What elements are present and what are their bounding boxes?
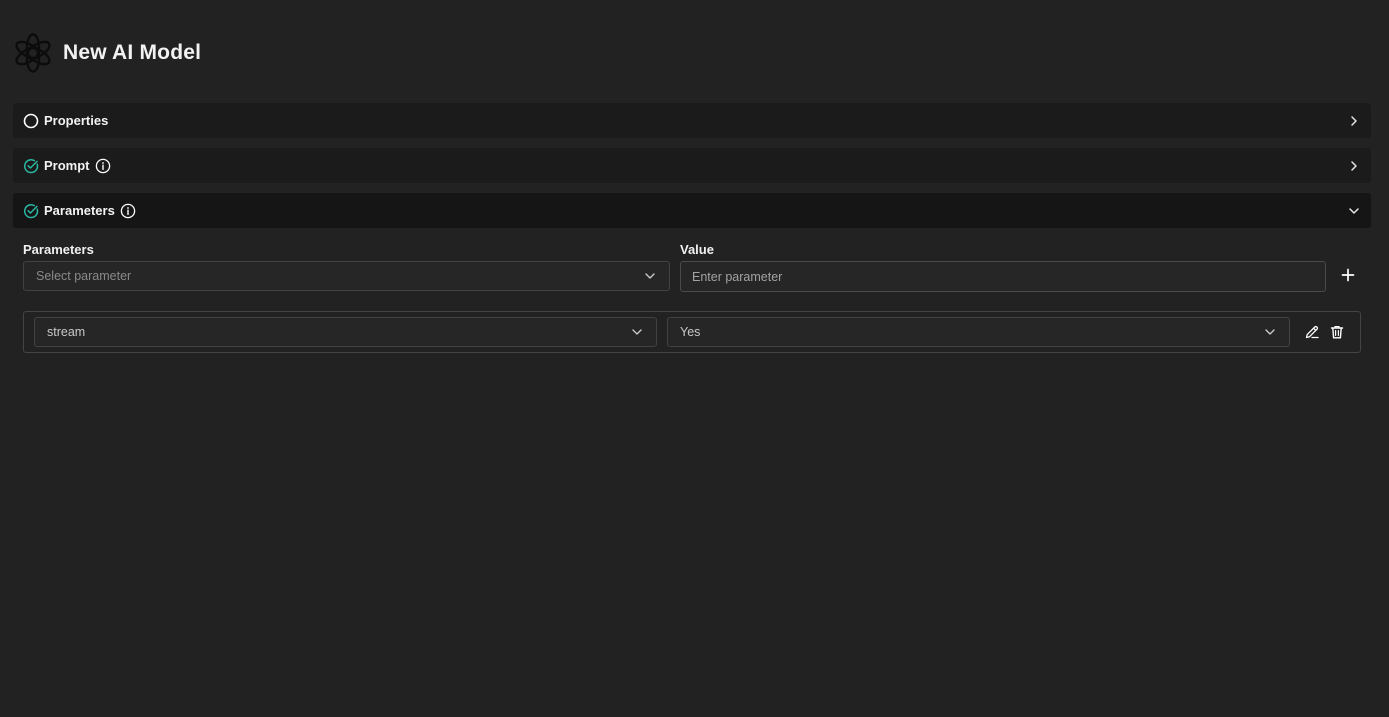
- add-parameter-button[interactable]: [1338, 265, 1358, 285]
- section-label: Prompt: [44, 158, 90, 173]
- section-label: Properties: [44, 113, 109, 128]
- check-circle-icon: [23, 158, 39, 174]
- row-parameter-select[interactable]: stream: [34, 317, 657, 347]
- edit-parameter-button[interactable]: [1302, 322, 1322, 342]
- info-icon[interactable]: [120, 203, 136, 219]
- check-circle-icon: [23, 203, 39, 219]
- plus-icon: [1341, 268, 1355, 282]
- chevron-down-icon: [630, 325, 644, 339]
- section-properties[interactable]: Properties: [13, 103, 1371, 138]
- page-title: New AI Model: [63, 41, 202, 64]
- page-header: New AI Model: [13, 33, 201, 73]
- row-parameter-value: stream: [47, 325, 86, 339]
- parameter-select-placeholder: Select parameter: [36, 269, 132, 283]
- chevron-right-icon: [1347, 159, 1361, 173]
- trash-icon: [1330, 325, 1344, 339]
- parameters-column-label: Parameters: [23, 242, 94, 257]
- chevron-down-icon: [1263, 325, 1277, 339]
- circle-outline-icon: [23, 113, 39, 129]
- pencil-icon: [1305, 325, 1319, 339]
- info-icon[interactable]: [95, 158, 111, 174]
- value-input[interactable]: [680, 261, 1326, 292]
- chevron-right-icon: [1347, 114, 1361, 128]
- row-value: Yes: [680, 325, 701, 339]
- section-label: Parameters: [44, 203, 115, 218]
- chevron-down-icon: [1347, 204, 1361, 218]
- section-prompt[interactable]: Prompt: [13, 148, 1371, 183]
- section-parameters[interactable]: Parameters: [13, 193, 1371, 228]
- openai-logo-icon: [13, 33, 53, 73]
- parameter-select[interactable]: Select parameter: [23, 261, 670, 291]
- delete-parameter-button[interactable]: [1327, 322, 1347, 342]
- row-value-select[interactable]: Yes: [667, 317, 1290, 347]
- chevron-down-icon: [643, 269, 657, 283]
- page: New AI Model Properties Prompt Parameter…: [0, 0, 1389, 717]
- value-column-label: Value: [680, 242, 714, 257]
